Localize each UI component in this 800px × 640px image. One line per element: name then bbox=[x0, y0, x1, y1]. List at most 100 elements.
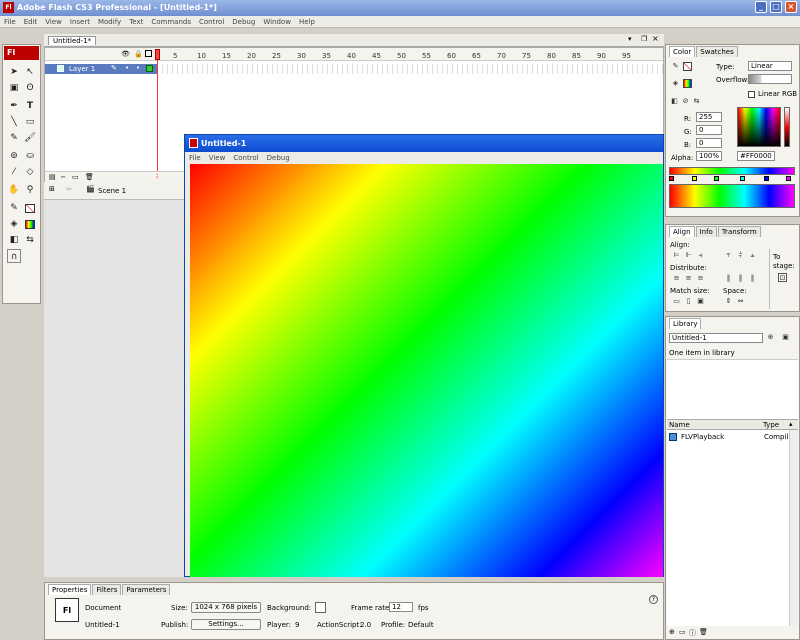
align-vcenter-icon[interactable]: ⫩ bbox=[736, 251, 745, 260]
menu-window[interactable]: Window bbox=[259, 16, 295, 28]
close-doc-icon[interactable]: × bbox=[652, 34, 659, 43]
menu-file[interactable]: File bbox=[0, 16, 20, 28]
sort-icon[interactable]: ▴ bbox=[789, 420, 793, 428]
background-swatch[interactable] bbox=[315, 602, 326, 613]
help-icon[interactable]: ? bbox=[649, 595, 658, 604]
minimize-icon[interactable]: _ bbox=[755, 1, 767, 13]
delete-icon[interactable]: 🗑 bbox=[699, 628, 708, 636]
text-tool-icon[interactable]: T bbox=[23, 99, 37, 113]
swap-colors-icon[interactable]: ⇆ bbox=[23, 233, 37, 247]
pen-icon[interactable]: ✒ bbox=[7, 99, 21, 113]
ink-bottle-icon[interactable]: ⊚ bbox=[7, 149, 21, 163]
playhead-marker[interactable] bbox=[155, 49, 160, 60]
distribute-top-icon[interactable]: ≡ bbox=[672, 274, 681, 283]
subselection-tool-icon[interactable]: ↖ bbox=[23, 65, 37, 79]
library-scrollbar[interactable] bbox=[789, 430, 798, 626]
center-frame-icon[interactable]: ⁝ bbox=[156, 173, 158, 181]
stroke-swatch[interactable] bbox=[25, 204, 35, 213]
layer-row[interactable]: Layer 1 ✎ • • bbox=[45, 64, 157, 74]
eraser-icon[interactable]: ◇ bbox=[23, 165, 37, 179]
stroke-color-icon[interactable]: ✎ bbox=[7, 201, 21, 215]
eyedropper-icon[interactable]: ⁄ bbox=[7, 165, 21, 179]
fill-swatch[interactable] bbox=[25, 220, 35, 229]
document-tab[interactable]: Untitled-1* bbox=[48, 36, 97, 45]
black-white-icon[interactable]: ◧ bbox=[670, 97, 679, 106]
gradient-bar[interactable] bbox=[669, 167, 795, 175]
properties-icon[interactable]: ⓘ bbox=[689, 628, 696, 638]
swap-colors-icon[interactable]: ⇆ bbox=[692, 97, 701, 106]
gradient-stop[interactable] bbox=[786, 176, 791, 181]
menu-help[interactable]: Help bbox=[295, 16, 319, 28]
fill-bucket-icon[interactable]: ◈ bbox=[671, 79, 680, 88]
frame-row[interactable] bbox=[158, 64, 663, 74]
brightness-slider[interactable] bbox=[784, 107, 790, 147]
col-type[interactable]: Type bbox=[763, 421, 779, 429]
insert-folder-icon[interactable]: ▭ bbox=[72, 173, 79, 181]
distribute-bottom-icon[interactable]: ≡ bbox=[696, 274, 705, 283]
menu-text[interactable]: Text bbox=[125, 16, 147, 28]
delete-layer-icon[interactable]: 🗑 bbox=[85, 173, 94, 181]
player-menu-debug[interactable]: Debug bbox=[263, 152, 294, 164]
tab-properties[interactable]: Properties bbox=[48, 584, 92, 595]
rectangle-tool-icon[interactable]: ▭ bbox=[23, 115, 37, 129]
overflow-select[interactable] bbox=[748, 74, 792, 84]
menu-control[interactable]: Control bbox=[195, 16, 228, 28]
match-both-icon[interactable]: ▣ bbox=[696, 297, 705, 306]
to-stage-button[interactable]: ⊡ bbox=[778, 273, 787, 282]
match-width-icon[interactable]: ▭ bbox=[672, 297, 681, 306]
gradient-stop[interactable] bbox=[764, 176, 769, 181]
outline-icon[interactable] bbox=[145, 50, 152, 57]
fill-swatch-icon[interactable] bbox=[683, 79, 692, 88]
paint-bucket-icon[interactable]: ⛀ bbox=[23, 149, 37, 163]
hand-tool-icon[interactable]: ✋ bbox=[7, 183, 21, 197]
brush-icon[interactable]: 🖌 bbox=[23, 131, 37, 145]
insert-layer-icon[interactable]: ▤ bbox=[49, 173, 56, 181]
library-item[interactable]: FLVPlayback Compil bbox=[667, 432, 789, 442]
new-symbol-icon[interactable]: ⊕ bbox=[669, 628, 675, 636]
pencil-icon[interactable]: ✎ bbox=[7, 131, 21, 145]
menu-insert[interactable]: Insert bbox=[66, 16, 94, 28]
layer-outline-swatch[interactable] bbox=[146, 65, 153, 72]
stroke-pencil-icon[interactable]: ✎ bbox=[671, 62, 680, 71]
size-button[interactable]: 1024 x 768 pixels bbox=[191, 602, 261, 613]
menu-view[interactable]: View bbox=[41, 16, 66, 28]
tab-swatches[interactable]: Swatches bbox=[696, 46, 738, 57]
back-arrow-icon[interactable]: ⇦ bbox=[66, 185, 72, 193]
no-color-icon[interactable]: ⊘ bbox=[681, 97, 690, 106]
tab-align[interactable]: Align bbox=[669, 226, 695, 237]
panel-menu-icon[interactable]: ▾ bbox=[628, 35, 632, 43]
distribute-right-icon[interactable]: ‖ bbox=[748, 274, 757, 283]
color-picker[interactable] bbox=[737, 107, 781, 147]
settings-button[interactable]: Settings... bbox=[191, 619, 261, 630]
align-hcenter-icon[interactable]: ⊩ bbox=[684, 251, 693, 260]
new-folder-icon[interactable]: ▭ bbox=[679, 628, 686, 636]
free-transform-icon[interactable]: ▣ bbox=[7, 81, 21, 95]
new-library-panel-icon[interactable]: ▣ bbox=[781, 333, 790, 342]
frame-rate-field[interactable]: 12 bbox=[389, 602, 413, 612]
g-field[interactable]: 0 bbox=[696, 125, 722, 135]
maximize-icon[interactable]: □ bbox=[770, 1, 782, 13]
space-vertical-icon[interactable]: ⇕ bbox=[724, 297, 733, 306]
distribute-left-icon[interactable]: ‖ bbox=[724, 274, 733, 283]
lasso-icon[interactable]: ʘ bbox=[23, 81, 37, 95]
menu-commands[interactable]: Commands bbox=[147, 16, 195, 28]
default-colors-icon[interactable]: ◧ bbox=[7, 233, 21, 247]
col-name[interactable]: Name bbox=[669, 421, 690, 429]
align-left-icon[interactable]: ⊨ bbox=[672, 251, 681, 260]
lock-icon[interactable]: 🔒 bbox=[134, 50, 143, 58]
distribute-vcenter-icon[interactable]: ≡ bbox=[684, 274, 693, 283]
pin-library-icon[interactable]: ⊕ bbox=[766, 333, 775, 342]
alpha-field[interactable]: 100% bbox=[696, 151, 722, 161]
tab-info[interactable]: Info bbox=[695, 226, 717, 237]
menu-edit[interactable]: Edit bbox=[20, 16, 42, 28]
hex-field[interactable]: #FF0000 bbox=[737, 151, 775, 161]
tab-transform[interactable]: Transform bbox=[717, 226, 761, 237]
timeline-toggle-icon[interactable]: ⊞ bbox=[49, 185, 55, 193]
selection-tool-icon[interactable]: ➤ bbox=[7, 65, 21, 79]
match-height-icon[interactable]: ▯ bbox=[684, 297, 693, 306]
library-doc-select[interactable]: Untitled-1 bbox=[669, 333, 763, 343]
menu-debug[interactable]: Debug bbox=[228, 16, 259, 28]
player-menu-view[interactable]: View bbox=[205, 152, 230, 164]
player-menu-control[interactable]: Control bbox=[229, 152, 262, 164]
line-tool-icon[interactable]: ╲ bbox=[7, 115, 21, 129]
